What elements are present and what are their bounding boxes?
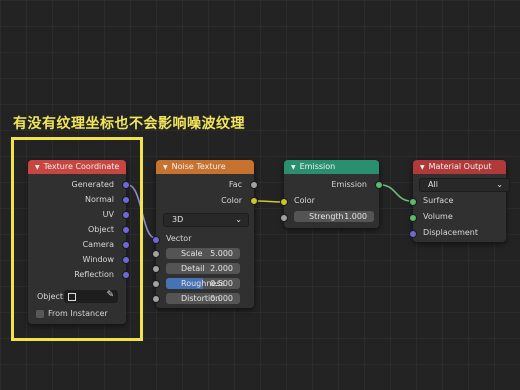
dimensions-value: 3D <box>172 215 184 224</box>
socket-fac[interactable] <box>250 181 258 189</box>
scale-value: 5.000 <box>210 249 233 258</box>
roughness-slider[interactable]: Roughness 0.500 <box>166 278 240 289</box>
dimensions-dropdown[interactable]: 3D ⌄ <box>163 213 249 227</box>
socket-volume-in[interactable] <box>409 214 417 222</box>
strength-field[interactable]: Strength 1.000 <box>294 211 374 222</box>
socket-color-out[interactable] <box>250 197 258 205</box>
detail-field[interactable]: Detail 2.000 <box>166 263 240 274</box>
detail-label: Detail <box>181 264 205 273</box>
emission-node[interactable]: ▼ Emission Emission Color Strength 1.000 <box>280 160 383 228</box>
node-title: Noise Texture <box>171 162 226 171</box>
output-emission: Emission <box>331 180 367 189</box>
node-title: Material Output <box>428 162 492 171</box>
target-value: All <box>428 180 438 189</box>
socket-surface-in[interactable] <box>409 198 417 206</box>
scale-field[interactable]: Scale 5.000 <box>166 248 240 259</box>
output-fac: Fac <box>228 180 242 189</box>
socket-scale-in[interactable] <box>152 250 160 258</box>
collapse-triangle-icon[interactable]: ▼ <box>291 164 296 171</box>
scale-label: Scale <box>181 249 203 258</box>
material-output-node[interactable]: ▼ Material Output All ⌄ Surface Volume Di… <box>409 160 510 242</box>
socket-color-in[interactable] <box>280 198 288 206</box>
node-title: Emission <box>299 162 336 171</box>
noise-texture-header[interactable]: ▼ Noise Texture <box>156 160 254 174</box>
chevron-down-icon: ⌄ <box>235 215 242 224</box>
output-color: Color <box>221 196 242 205</box>
input-surface-label: Surface <box>423 196 454 205</box>
distortion-field[interactable]: Distortion 0.000 <box>166 293 240 304</box>
input-volume-label: Volume <box>423 212 453 221</box>
strength-value: 1.000 <box>344 212 367 221</box>
socket-roughness-in[interactable] <box>152 280 160 288</box>
input-displacement-label: Displacement <box>423 228 478 237</box>
roughness-value: 0.500 <box>210 279 233 288</box>
strength-label: Strength <box>309 212 344 221</box>
socket-strength-in[interactable] <box>280 214 288 222</box>
emission-header[interactable]: ▼ Emission <box>284 160 379 174</box>
detail-value: 2.000 <box>210 264 233 273</box>
collapse-triangle-icon[interactable]: ▼ <box>163 164 168 171</box>
material-output-header[interactable]: ▼ Material Output <box>413 160 506 174</box>
link-emission-surface <box>380 184 412 202</box>
target-dropdown[interactable]: All ⌄ <box>419 178 510 192</box>
distortion-value: 0.000 <box>210 294 233 303</box>
input-color-label: Color <box>294 196 315 205</box>
noise-texture-node[interactable]: ▼ Noise Texture Fac Color 3D ⌄ Vector Sca… <box>152 160 258 308</box>
socket-emission-out[interactable] <box>375 181 383 189</box>
input-vector-label: Vector <box>166 234 192 243</box>
socket-vector-in[interactable] <box>152 236 160 244</box>
socket-detail-in[interactable] <box>152 265 160 273</box>
socket-distortion-in[interactable] <box>152 295 160 303</box>
collapse-triangle-icon[interactable]: ▼ <box>420 164 425 171</box>
chevron-down-icon: ⌄ <box>496 180 503 189</box>
socket-displacement-in[interactable] <box>409 230 417 238</box>
highlight-box <box>11 137 143 341</box>
